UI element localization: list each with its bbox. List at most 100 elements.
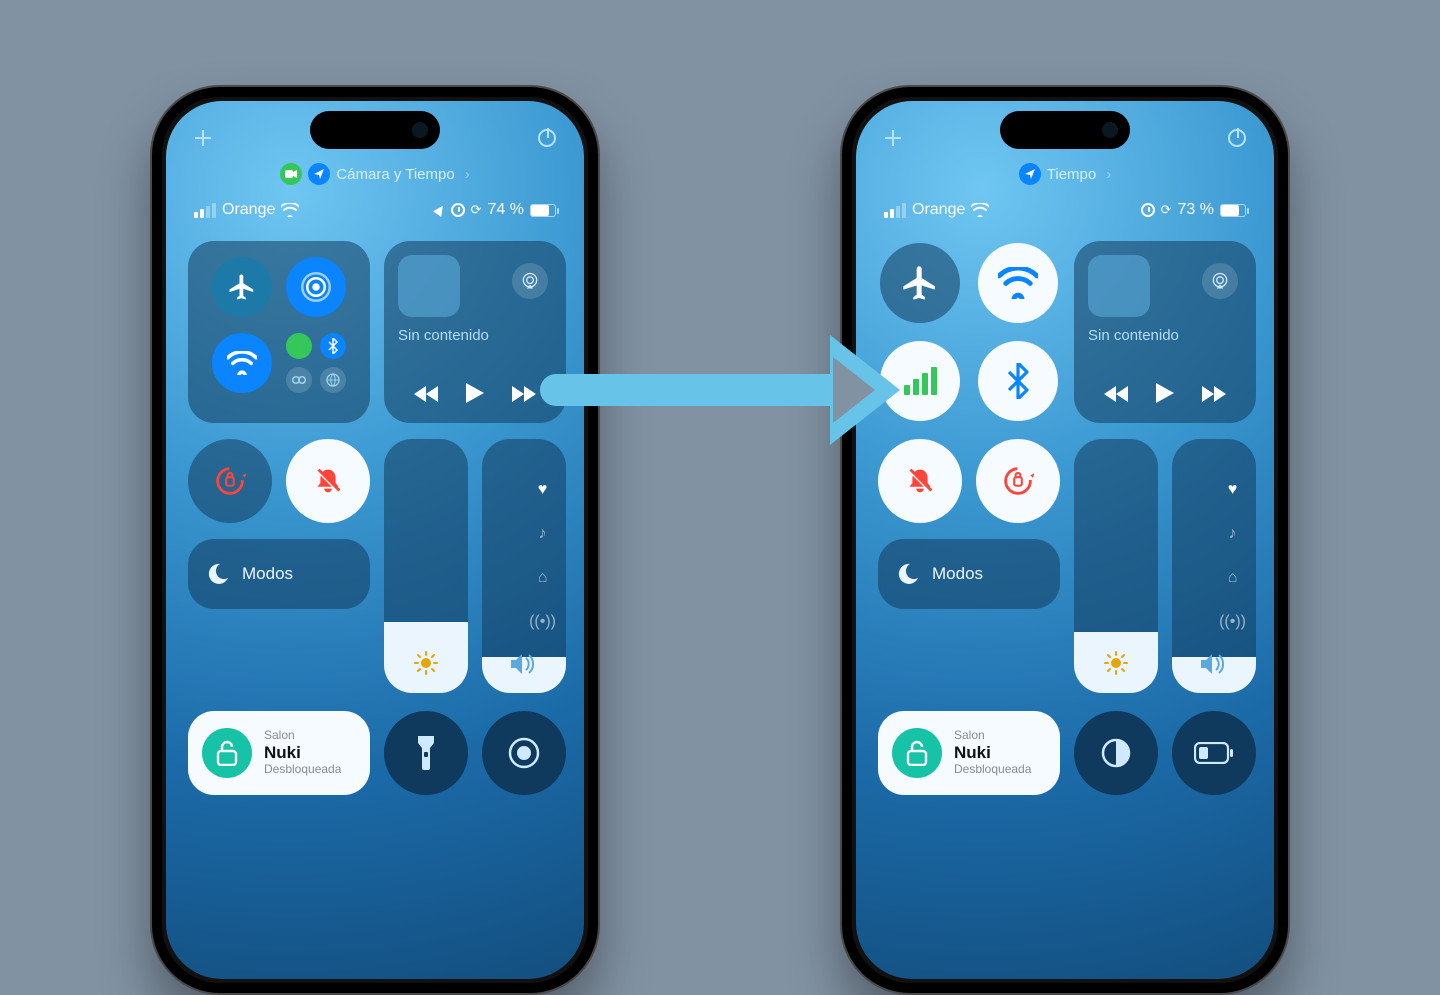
media-tile[interactable]: Sin contenido xyxy=(1074,241,1256,423)
alarm-icon xyxy=(1141,203,1155,217)
rotation-lock-icon xyxy=(999,462,1037,500)
airdrop-toggle[interactable] xyxy=(286,257,346,317)
forward-button[interactable] xyxy=(510,383,536,409)
chevron-right-icon: › xyxy=(465,166,470,183)
location-indicator-pill xyxy=(308,163,330,185)
forward-icon xyxy=(510,385,536,403)
airplay-button[interactable] xyxy=(1202,263,1238,299)
silent-mode-toggle[interactable] xyxy=(286,439,370,523)
rewind-icon xyxy=(1104,385,1130,403)
privacy-indicator-row[interactable]: Tiempo › xyxy=(856,163,1274,185)
contrast-button[interactable] xyxy=(1074,711,1158,795)
rotation-lock-toggle[interactable] xyxy=(188,439,272,523)
media-artwork xyxy=(398,255,460,317)
privacy-indicator-label: Cámara y Tiempo xyxy=(336,166,454,183)
music-icon: ♪ xyxy=(539,525,547,543)
power-menu-button[interactable] xyxy=(532,123,562,153)
media-artwork xyxy=(1088,255,1150,317)
silent-bell-icon xyxy=(901,462,939,500)
power-icon xyxy=(538,129,556,147)
connectivity-tile[interactable] xyxy=(188,241,370,423)
brightness-slider[interactable] xyxy=(384,439,468,693)
focus-mode-label: Modos xyxy=(932,564,983,584)
location-arrow-icon xyxy=(314,169,324,179)
carrier-label: Orange xyxy=(912,201,965,219)
hotspot-toggle[interactable] xyxy=(286,367,312,393)
flashlight-button[interactable] xyxy=(384,711,468,795)
screen-record-button[interactable] xyxy=(482,711,566,795)
bluetooth-icon xyxy=(1006,363,1030,399)
battery-percent-label: 73 % xyxy=(1178,201,1214,219)
antenna-icon: ((•)) xyxy=(1219,613,1246,631)
carrier-label: Orange xyxy=(222,201,275,219)
heart-icon: ♥ xyxy=(538,481,548,499)
focus-mode-button[interactable]: Modos xyxy=(188,539,370,609)
rewind-button[interactable] xyxy=(414,383,440,409)
status-bar: Orange ⟳ 74 % xyxy=(166,201,584,219)
cellular-signal-icon xyxy=(194,203,216,218)
speaker-icon xyxy=(482,653,566,681)
home-icon: ⌂ xyxy=(1228,569,1238,587)
silent-mode-toggle[interactable] xyxy=(878,439,962,523)
cellular-icon xyxy=(292,340,305,351)
play-button[interactable] xyxy=(466,383,484,409)
bluetooth-toggle[interactable] xyxy=(320,333,346,359)
wifi-toggle[interactable] xyxy=(978,243,1058,323)
plus-icon xyxy=(885,130,901,146)
wifi-icon xyxy=(998,267,1038,299)
bluetooth-toggle[interactable] xyxy=(978,341,1058,421)
forward-button[interactable] xyxy=(1200,383,1226,409)
flashlight-icon xyxy=(415,736,437,770)
airplay-button[interactable] xyxy=(512,263,548,299)
vpn-toggle[interactable] xyxy=(320,367,346,393)
home-icon: ⌂ xyxy=(538,569,548,587)
airplane-mode-toggle[interactable] xyxy=(212,257,272,317)
rewind-button[interactable] xyxy=(1104,383,1130,409)
add-control-button[interactable] xyxy=(188,123,218,153)
location-arrow-icon xyxy=(1025,169,1035,179)
play-icon xyxy=(1156,383,1174,403)
brightness-slider[interactable] xyxy=(1074,439,1158,693)
page-indicator[interactable]: ♥ ♪ ⌂ ((•)) xyxy=(1219,481,1246,631)
play-icon xyxy=(466,383,484,403)
cellular-signal-icon xyxy=(884,203,906,218)
phone-side-button xyxy=(150,387,152,447)
heart-icon: ♥ xyxy=(1228,481,1238,499)
page-indicator[interactable]: ♥ ♪ ⌂ ((•)) xyxy=(529,481,556,631)
cellular-icon xyxy=(904,367,937,395)
home-accessory-tile[interactable]: Salon Nuki Desbloqueada xyxy=(878,711,1060,795)
phone-screen: Cámara y Tiempo › Orange ⟳ 74 % xyxy=(166,101,584,979)
music-icon: ♪ xyxy=(1229,525,1237,543)
wifi-icon xyxy=(227,351,257,375)
screen-record-icon xyxy=(507,736,541,770)
media-tile[interactable]: Sin contenido xyxy=(384,241,566,423)
location-indicator-pill xyxy=(1019,163,1041,185)
airplay-icon xyxy=(1210,271,1230,291)
add-control-button[interactable] xyxy=(878,123,908,153)
play-button[interactable] xyxy=(1156,383,1174,409)
focus-mode-button[interactable]: Modos xyxy=(878,539,1060,609)
lock-accessory-badge xyxy=(202,728,252,778)
cellular-toggle[interactable] xyxy=(286,333,312,359)
vpn-icon xyxy=(326,373,340,387)
silent-bell-icon xyxy=(309,462,347,500)
privacy-indicator-row[interactable]: Cámara y Tiempo › xyxy=(166,163,584,185)
bluetooth-icon xyxy=(327,338,339,354)
battery-icon xyxy=(530,204,556,217)
airplane-mode-toggle[interactable] xyxy=(880,243,960,323)
media-label: Sin contenido xyxy=(1088,327,1179,344)
rotation-lock-icon xyxy=(211,462,249,500)
phone-side-button xyxy=(150,257,152,291)
connectivity-tile xyxy=(878,241,1060,423)
power-icon xyxy=(1228,129,1246,147)
wifi-toggle[interactable] xyxy=(212,333,272,393)
privacy-indicator-label: Tiempo xyxy=(1047,166,1096,183)
antenna-icon: ((•)) xyxy=(529,613,556,631)
home-accessory-tile[interactable]: Salon Nuki Desbloqueada xyxy=(188,711,370,795)
speaker-icon xyxy=(1172,653,1256,681)
focus-mode-label: Modos xyxy=(242,564,293,584)
rotation-lock-toggle[interactable] xyxy=(976,439,1060,523)
power-menu-button[interactable] xyxy=(1222,123,1252,153)
lock-rotation-icon: ⟳ xyxy=(1161,202,1172,218)
low-power-button[interactable] xyxy=(1172,711,1256,795)
